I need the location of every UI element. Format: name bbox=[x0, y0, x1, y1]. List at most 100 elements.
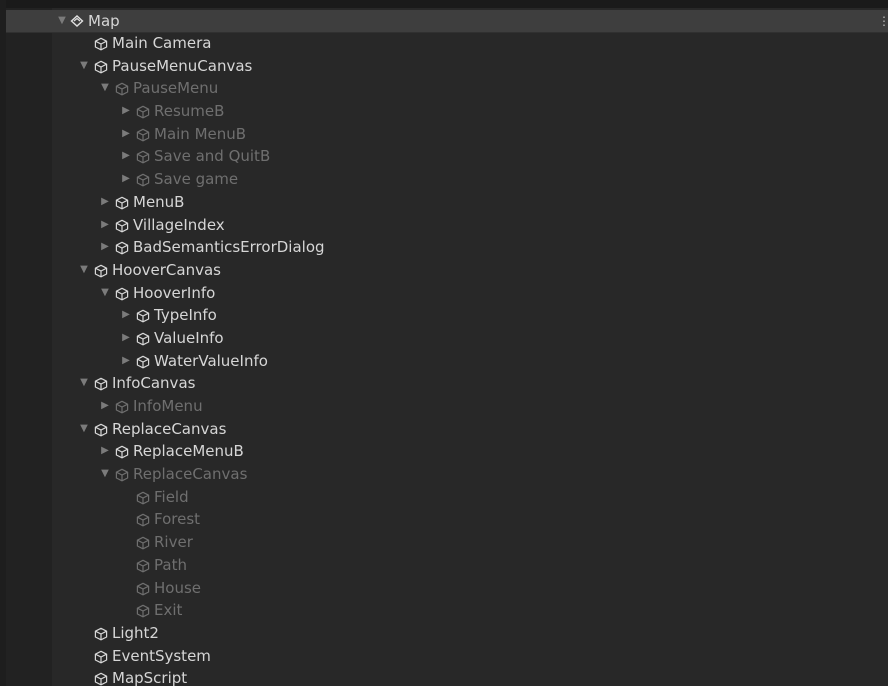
gameobject-cube-icon bbox=[94, 37, 108, 51]
hierarchy-item[interactable]: ▶ ResumeB bbox=[6, 100, 888, 123]
hierarchy-item[interactable]: ▼ InfoCanvas bbox=[6, 372, 888, 395]
gameobject-cube-icon bbox=[94, 423, 108, 437]
hierarchy-item[interactable]: ▼ HooverCanvas bbox=[6, 259, 888, 282]
collapse-arrow-icon[interactable]: ▶ bbox=[120, 327, 132, 350]
gameobject-cube-icon bbox=[94, 672, 108, 686]
gameobject-cube-icon bbox=[136, 536, 150, 550]
hierarchy-item-label: PauseMenuCanvas bbox=[112, 56, 253, 75]
hierarchy-item-label: PauseMenu bbox=[133, 79, 219, 98]
hierarchy-item-label: TypeInfo bbox=[154, 306, 217, 325]
hierarchy-item[interactable]: ▶ MenuB bbox=[6, 191, 888, 214]
hierarchy-tree: ▼ Map Main Camera ▼ PauseMenuCanvas ▼ PauseM… bbox=[6, 10, 888, 686]
expand-arrow-icon[interactable]: ▼ bbox=[78, 418, 90, 441]
hierarchy-item-label: House bbox=[154, 578, 202, 597]
gameobject-cube-icon bbox=[115, 446, 129, 459]
expand-arrow-icon[interactable]: ▼ bbox=[78, 259, 90, 282]
hierarchy-item-label: Exit bbox=[154, 601, 183, 620]
hierarchy-item[interactable]: ▶ Save game bbox=[6, 168, 888, 191]
expand-arrow-icon[interactable]: ▼ bbox=[56, 10, 68, 32]
hierarchy-item-label: Main Camera bbox=[112, 34, 212, 52]
hierarchy-item[interactable]: Forest bbox=[6, 508, 888, 531]
collapse-arrow-icon[interactable]: ▶ bbox=[120, 168, 132, 191]
gameobject-cube-icon bbox=[136, 514, 150, 527]
hierarchy-item[interactable]: MapScript bbox=[6, 667, 888, 686]
collapse-arrow-icon[interactable]: ▶ bbox=[99, 440, 111, 463]
collapse-arrow-icon[interactable]: ▶ bbox=[120, 123, 132, 146]
hierarchy-item[interactable]: EventSystem bbox=[6, 645, 888, 668]
hierarchy-item-label: InfoCanvas bbox=[112, 374, 196, 393]
hierarchy-item-label: WaterValueInfo bbox=[154, 351, 268, 370]
hierarchy-item-label: ReplaceCanvas bbox=[112, 419, 227, 438]
collapse-arrow-icon[interactable]: ▶ bbox=[99, 236, 111, 259]
hierarchy-item[interactable]: ▼ ReplaceCanvas bbox=[6, 463, 888, 486]
hierarchy-item[interactable]: ▼ HooverInfo bbox=[6, 282, 888, 305]
gameobject-cube-icon bbox=[136, 604, 150, 618]
hierarchy-item-label: MapScript bbox=[112, 669, 188, 686]
gameobject-cube-icon bbox=[136, 491, 150, 505]
collapse-arrow-icon[interactable]: ▶ bbox=[120, 100, 132, 123]
gameobject-cube-icon bbox=[136, 128, 150, 142]
scene-row[interactable]: ▼ Map bbox=[6, 10, 888, 32]
gameobject-cube-icon bbox=[115, 400, 129, 414]
gameobject-cube-icon bbox=[136, 582, 150, 595]
hierarchy-item[interactable]: ▼ PauseMenuCanvas bbox=[6, 55, 888, 78]
hierarchy-item-label: Main MenuB bbox=[154, 124, 247, 143]
gameobject-cube-icon bbox=[136, 309, 150, 323]
hierarchy-item[interactable]: ▶ TypeInfo bbox=[6, 304, 888, 327]
hierarchy-item-label: ResumeB bbox=[154, 102, 225, 121]
hierarchy-item-label: River bbox=[154, 533, 193, 552]
hierarchy-item[interactable]: Exit bbox=[6, 599, 888, 622]
gameobject-cube-icon bbox=[115, 196, 129, 210]
expand-arrow-icon[interactable]: ▼ bbox=[78, 372, 90, 395]
hierarchy-item-label: ReplaceCanvas bbox=[133, 465, 248, 484]
collapse-arrow-icon[interactable]: ▶ bbox=[120, 304, 132, 327]
gameobject-cube-icon bbox=[94, 650, 108, 663]
gameobject-cube-icon bbox=[136, 559, 150, 573]
gameobject-cube-icon bbox=[115, 219, 129, 232]
collapse-arrow-icon[interactable]: ▶ bbox=[120, 350, 132, 373]
hierarchy-item-label: Field bbox=[154, 487, 189, 506]
hierarchy-item-label: ValueInfo bbox=[154, 328, 224, 347]
hierarchy-item[interactable]: River bbox=[6, 531, 888, 554]
unity-scene-icon bbox=[70, 15, 84, 27]
gameobject-cube-icon bbox=[94, 60, 108, 74]
hierarchy-item[interactable]: ▶ InfoMenu bbox=[6, 395, 888, 418]
hierarchy-item[interactable]: Path bbox=[6, 554, 888, 577]
hierarchy-item-label: EventSystem bbox=[112, 646, 211, 665]
hierarchy-item[interactable]: ▼ ReplaceCanvas bbox=[6, 418, 888, 441]
hierarchy-item[interactable]: ▼ PauseMenu bbox=[6, 77, 888, 100]
expand-arrow-icon[interactable]: ▼ bbox=[78, 55, 90, 78]
hierarchy-item[interactable]: Light2 bbox=[6, 622, 888, 645]
hierarchy-item-label: Save game bbox=[154, 170, 239, 189]
hierarchy-item[interactable]: ▶ WaterValueInfo bbox=[6, 350, 888, 373]
collapse-arrow-icon[interactable]: ▶ bbox=[99, 214, 111, 237]
hierarchy-item[interactable]: ▶ VillageIndex bbox=[6, 214, 888, 237]
collapse-arrow-icon[interactable]: ▶ bbox=[120, 145, 132, 168]
hierarchy-item[interactable]: ▶ Save and QuitB bbox=[6, 145, 888, 168]
hierarchy-item[interactable]: ▶ Main MenuB bbox=[6, 123, 888, 146]
hierarchy-item[interactable]: Field bbox=[6, 486, 888, 509]
gameobject-cube-icon bbox=[94, 627, 108, 641]
hierarchy-item[interactable]: Main Camera bbox=[6, 32, 888, 55]
gameobject-cube-icon bbox=[136, 332, 150, 346]
hierarchy-panel: ⋮ ▼ Map Main Camera ▼ PauseMenuCanvas ▼ Paus… bbox=[6, 0, 888, 686]
hierarchy-item[interactable]: ▶ ValueInfo bbox=[6, 327, 888, 350]
collapse-arrow-icon[interactable]: ▶ bbox=[99, 395, 111, 418]
gameobject-cube-icon bbox=[136, 105, 150, 119]
panel-top-border bbox=[6, 0, 888, 8]
gameobject-cube-icon bbox=[115, 287, 129, 300]
hierarchy-item-label: Save and QuitB bbox=[154, 147, 271, 166]
hierarchy-item-label: BadSemanticsErrorDialog bbox=[133, 238, 325, 257]
hierarchy-item-label: Forest bbox=[154, 510, 201, 529]
collapse-arrow-icon[interactable]: ▶ bbox=[99, 191, 111, 214]
expand-arrow-icon[interactable]: ▼ bbox=[99, 77, 111, 100]
hierarchy-item-label: Light2 bbox=[112, 623, 159, 642]
gameobject-cube-icon bbox=[115, 468, 129, 482]
hierarchy-item-label: InfoMenu bbox=[133, 397, 203, 415]
hierarchy-item[interactable]: House bbox=[6, 577, 888, 600]
expand-arrow-icon[interactable]: ▼ bbox=[99, 463, 111, 486]
hierarchy-item[interactable]: ▶ BadSemanticsErrorDialog bbox=[6, 236, 888, 259]
expand-arrow-icon[interactable]: ▼ bbox=[99, 282, 111, 305]
hierarchy-item[interactable]: ▶ ReplaceMenuB bbox=[6, 440, 888, 463]
gameobject-cube-icon bbox=[94, 264, 108, 278]
